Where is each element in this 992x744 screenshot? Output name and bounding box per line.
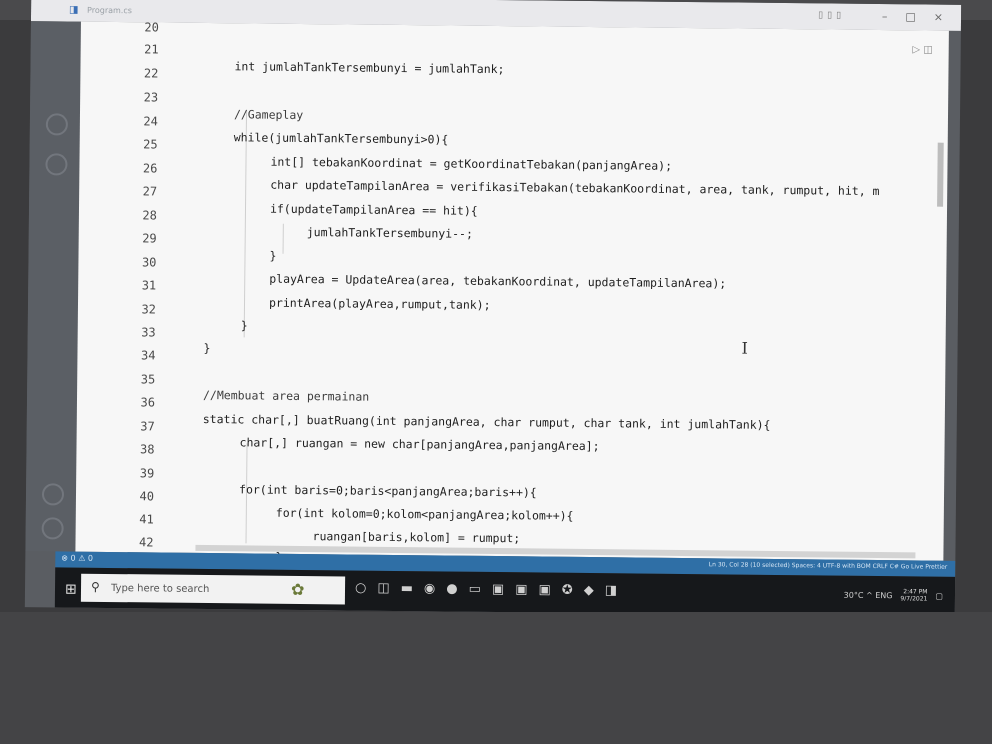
close-icon[interactable]: × — [934, 11, 943, 24]
code-line: if(updateTampilanArea == hit){ — [269, 201, 478, 218]
notification-icon[interactable]: ▢ — [935, 591, 943, 600]
clock[interactable]: 2:47 PM 9/7/2021 — [900, 588, 927, 602]
cortana-icon[interactable]: ○ — [355, 581, 367, 596]
status-items[interactable]: Ln 30, Col 28 (10 selected) Spaces: 4 UT… — [709, 561, 948, 570]
room-wall-bottom — [0, 612, 992, 744]
problems-indicator[interactable]: ⊗ 0 ⚠ 0 — [61, 553, 93, 562]
account-icon[interactable] — [41, 483, 65, 506]
layout-controls[interactable]: ▯ ▯ ▯ — [818, 10, 841, 20]
app-icon[interactable]: ▣ — [515, 582, 527, 597]
search-icon[interactable] — [45, 113, 68, 136]
app-icon[interactable]: ▣ — [492, 582, 504, 597]
code-line: } — [240, 318, 248, 333]
code-line: for(int baris=0;baris<panjangArea;baris+… — [238, 482, 537, 500]
code-line: static char[,] buatRuang(int panjangArea… — [202, 411, 771, 432]
system-tray: 30°C ^ ENG 2:47 PM 9/7/2021 ▢ — [844, 588, 943, 603]
code-line-selected: playArea = UpdateArea(area, tebakanKoord… — [269, 271, 727, 291]
window-title: Program.cs — [87, 5, 132, 16]
obs-icon[interactable]: ● — [446, 582, 458, 597]
app-icon[interactable]: ▭ — [469, 582, 481, 597]
code-line: for(int kolom=0;kolom<panjangArea;kolom+… — [275, 505, 574, 523]
search-placeholder: Type here to search — [110, 583, 210, 596]
clock-date: 9/7/2021 — [900, 595, 928, 603]
activity-bar — [25, 21, 81, 552]
windows-taskbar: ⊞ ⚲ Type here to search ✿ ○ ◫ ▬ ◉ ● ▭ ▣ … — [54, 567, 956, 617]
run-split-icons[interactable]: ▷ ◫ — [912, 44, 932, 55]
code-line: } — [269, 248, 277, 263]
app-icon[interactable]: ▣ — [538, 582, 550, 597]
code-line: char[,] ruangan = new char[panjangArea,p… — [239, 435, 600, 454]
code-line: jumlahTankTersembunyi--; — [306, 225, 474, 241]
search-highlight-icon: ✿ — [290, 579, 305, 600]
taskbar-search[interactable]: ⚲ Type here to search ✿ — [80, 573, 346, 605]
window-controls: – □ × — [882, 10, 943, 24]
code-line: char updateTampilanArea = verifikasiTeba… — [270, 177, 880, 199]
pinned-apps: ○ ◫ ▬ ◉ ● ▭ ▣ ▣ ▣ ✪ ◆ ◨ — [355, 581, 617, 599]
app-icon[interactable]: ✪ — [562, 583, 573, 598]
windows-start-icon[interactable]: ⊞ — [65, 582, 77, 598]
code-line: int[] tebakanKoordinat = getKoordinatTeb… — [270, 154, 673, 173]
code-line: } — [203, 340, 211, 356]
code-comment: //Gameplay — [233, 107, 304, 123]
code-line: while(jumlahTankTersembunyi>0){ — [233, 130, 449, 147]
code-line: int jumlahTankTersembunyi = jumlahTank; — [234, 59, 505, 77]
minimize-icon[interactable]: – — [882, 10, 888, 23]
text-cursor-icon: I — [741, 338, 748, 358]
code-line: ruangan[baris,kolom] = rumput; — [312, 529, 521, 546]
toggle-panel-icon[interactable]: ▯ — [827, 10, 832, 20]
file-explorer-icon[interactable]: ▬ — [401, 581, 413, 596]
vscode-taskbar-icon[interactable]: ◨ — [605, 583, 617, 598]
toggle-sidebar-icon[interactable]: ▯ — [818, 10, 823, 20]
code-editor[interactable]: 20 21 22 23 24 25 26 27 28 29 30 31 32 3… — [75, 20, 949, 564]
vscode-app-icon: ◨ — [69, 4, 79, 16]
settings-gear-icon[interactable] — [41, 517, 64, 540]
projected-screen: ◨ Program.cs ▯ ▯ ▯ – □ × 20 21 22 23 24 … — [24, 0, 962, 617]
app-icon[interactable]: ◆ — [584, 583, 594, 598]
maximize-icon[interactable]: □ — [905, 10, 916, 23]
vertical-scrollbar[interactable] — [937, 142, 944, 207]
code-comment: //Membuat area permainan — [202, 387, 370, 404]
toggle-secondary-icon[interactable]: ▯ — [836, 11, 841, 21]
tray-status[interactable]: 30°C ^ ENG — [844, 590, 893, 600]
search-icon: ⚲ — [90, 579, 100, 594]
code-line: printArea(playArea,rumput,tank); — [268, 295, 491, 312]
indent-guide — [282, 223, 284, 254]
extensions-icon[interactable] — [45, 153, 68, 176]
chrome-icon[interactable]: ◉ — [424, 581, 436, 596]
task-view-icon[interactable]: ◫ — [377, 581, 389, 596]
code-area[interactable]: int jumlahTankTersembunyi = jumlahTank; … — [75, 22, 949, 564]
